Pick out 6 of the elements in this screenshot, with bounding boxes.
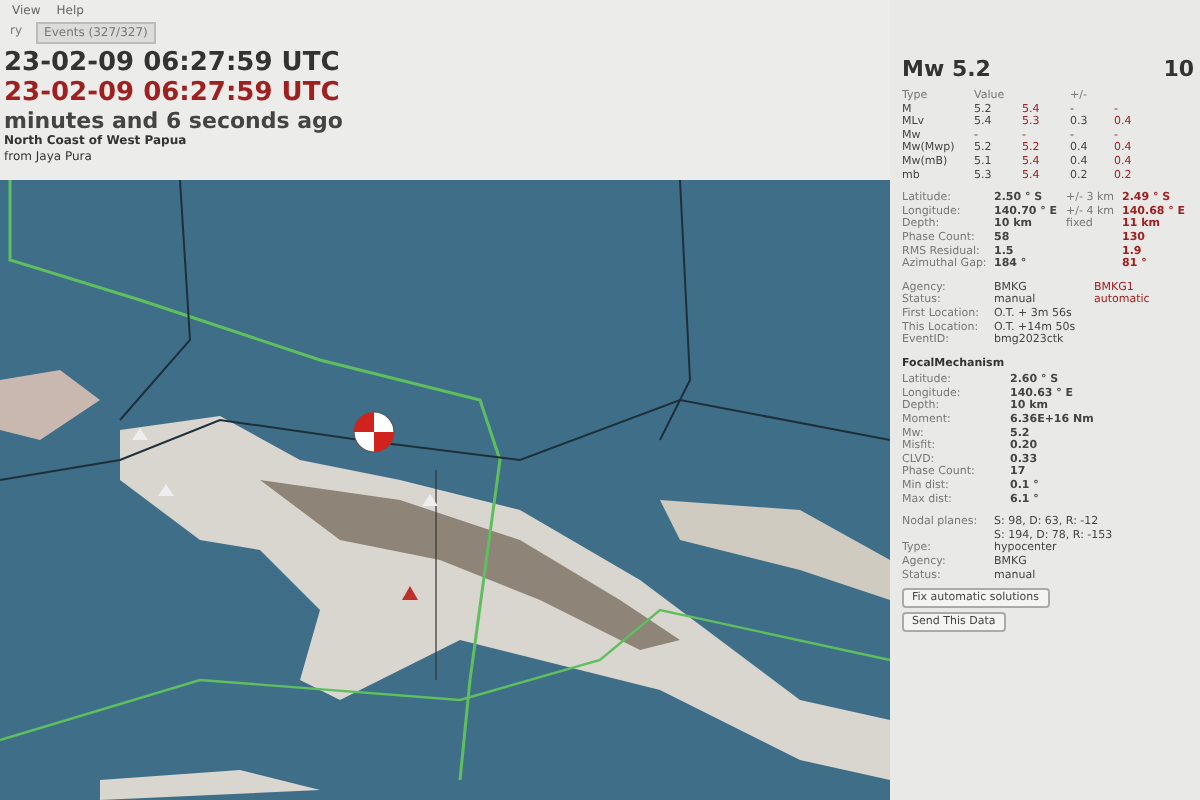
magnitude-title: Mw 5.2 [902, 56, 991, 82]
partial-value: 10 [1163, 56, 1194, 82]
alternate-origin-time: 23-02-09 06:27:59 UTC [4, 78, 342, 108]
beachball-icon [352, 410, 396, 454]
origin-time: 23-02-09 06:27:59 UTC [4, 48, 342, 78]
elapsed-time: minutes and 6 seconds ago [4, 108, 345, 134]
